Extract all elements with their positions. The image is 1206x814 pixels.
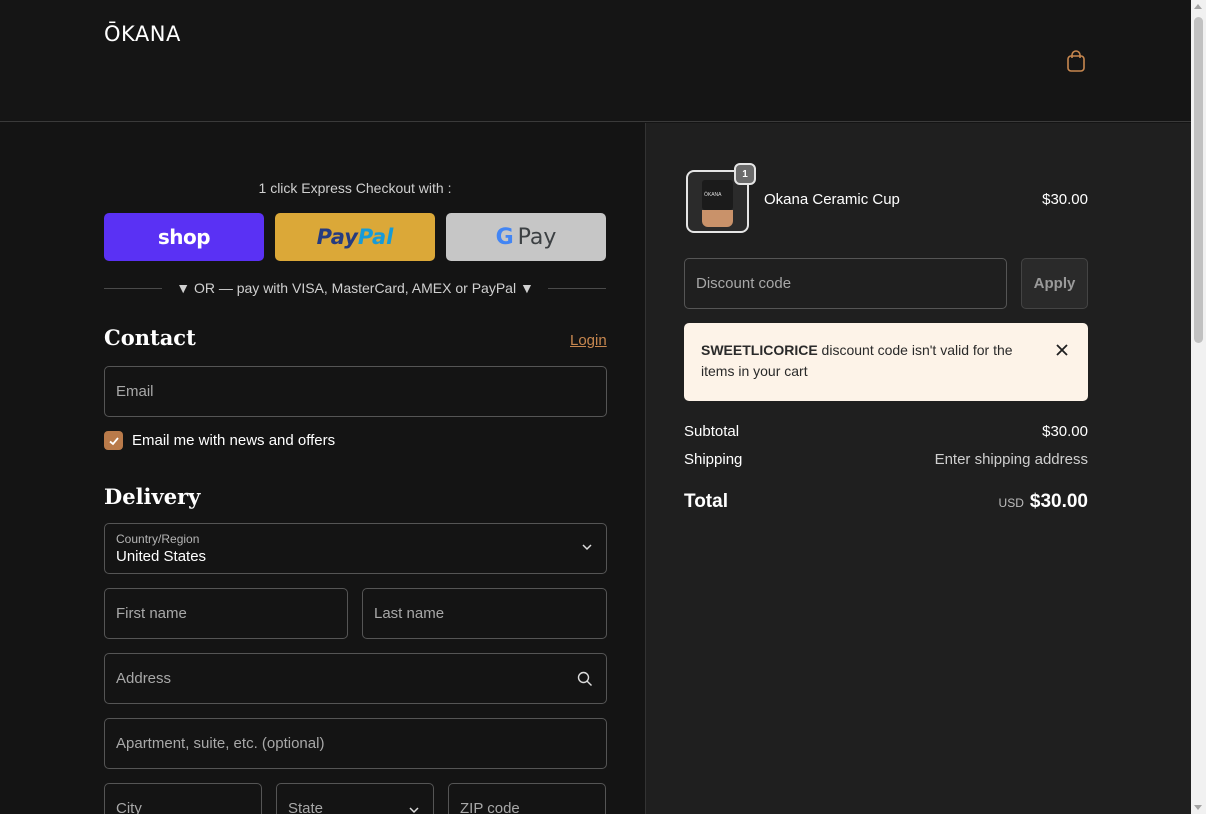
city-field[interactable] — [104, 783, 262, 814]
zip-field[interactable] — [448, 783, 606, 814]
shop-pay-logo: shop — [157, 225, 211, 249]
shipping-value: Enter shipping address — [934, 451, 1088, 468]
close-icon[interactable] — [1055, 343, 1069, 357]
cup-image-logo: ŌKANA — [704, 192, 722, 198]
shop-pay-button[interactable]: shop — [104, 213, 264, 261]
country-value: United States — [116, 548, 207, 565]
shipping-label: Shipping — [684, 451, 743, 468]
discount-input[interactable] — [685, 259, 1006, 308]
alert-message: SWEETLICORICE discount code isn't valid … — [701, 340, 1031, 382]
product-price: $30.00 — [1042, 191, 1088, 208]
site-header: ŌKANA — [0, 0, 1191, 122]
chevron-down-icon — [582, 544, 592, 551]
city-input[interactable] — [105, 784, 261, 814]
newsletter-option[interactable]: Email me with news and offers — [104, 431, 335, 450]
newsletter-checkbox[interactable] — [104, 431, 123, 450]
last-name-field[interactable] — [362, 588, 607, 639]
scroll-thumb[interactable] — [1194, 17, 1203, 343]
cup-image-base — [702, 210, 733, 227]
subtotal-value: $30.00 — [1042, 423, 1088, 440]
country-label: Country/Region — [116, 532, 200, 546]
discount-field[interactable] — [684, 258, 1007, 309]
checkout-form-panel: 1 click Express Checkout with : shop Pay… — [0, 123, 645, 814]
total-row: Total USD $30.00 — [684, 491, 1088, 513]
scroll-down-arrow[interactable] — [1194, 805, 1202, 810]
state-select[interactable]: State — [276, 783, 434, 814]
first-name-input[interactable] — [105, 589, 347, 638]
product-name: Okana Ceramic Cup — [764, 191, 900, 208]
scroll-up-arrow[interactable] — [1194, 4, 1202, 9]
checkmark-icon — [108, 436, 119, 445]
divider-line-right — [547, 287, 607, 289]
total-amount: USD $30.00 — [999, 491, 1088, 513]
shopping-bag-icon[interactable] — [1066, 50, 1086, 72]
apartment-field[interactable] — [104, 718, 607, 769]
zip-input[interactable] — [449, 784, 605, 814]
google-g-icon: G — [495, 224, 514, 250]
google-pay-label: Pay — [517, 224, 557, 250]
email-input[interactable] — [105, 367, 606, 416]
discount-code-name: SWEETLICORICE — [701, 342, 818, 358]
email-field[interactable] — [104, 366, 607, 417]
address-field[interactable] — [104, 653, 607, 704]
subtotal-label: Subtotal — [684, 423, 740, 440]
newsletter-label: Email me with news and offers — [132, 432, 336, 449]
total-label: Total — [684, 491, 728, 512]
express-checkout-label: 1 click Express Checkout with : — [258, 180, 452, 196]
contact-heading: Contact — [104, 325, 196, 350]
subtotal-row: Subtotal $30.00 — [684, 423, 1088, 440]
currency-code: USD — [998, 496, 1024, 510]
apartment-input[interactable] — [105, 719, 606, 768]
discount-error-alert: SWEETLICORICE discount code isn't valid … — [684, 323, 1088, 401]
total-value: $30.00 — [1029, 491, 1088, 512]
quantity-badge: 1 — [734, 163, 756, 185]
country-select[interactable]: Country/Region United States — [104, 523, 607, 574]
last-name-input[interactable] — [363, 589, 606, 638]
paypal-button[interactable]: Pay Pal — [275, 213, 435, 261]
apply-discount-button[interactable]: Apply — [1021, 258, 1088, 309]
shipping-row: Shipping Enter shipping address — [684, 451, 1088, 468]
order-summary-panel: ŌKANA 1 Okana Ceramic Cup $30.00 Apply S… — [645, 123, 1191, 814]
address-input[interactable] — [105, 654, 606, 703]
search-icon — [577, 671, 592, 686]
delivery-heading: Delivery — [104, 484, 201, 509]
or-divider-text: ▼ OR — pay with VISA, MasterCard, AMEX o… — [176, 280, 534, 296]
login-link[interactable]: Login — [570, 332, 607, 349]
or-divider: ▼ OR — pay with VISA, MasterCard, AMEX o… — [104, 278, 607, 298]
brand-logo[interactable]: ŌKANA — [104, 22, 181, 46]
paypal-logo-part2: Pal — [357, 225, 394, 249]
google-pay-button[interactable]: G Pay — [446, 213, 606, 261]
first-name-field[interactable] — [104, 588, 348, 639]
state-label: State — [288, 800, 324, 814]
page-scrollbar[interactable] — [1191, 0, 1206, 814]
paypal-logo-part1: Pay — [316, 225, 358, 249]
divider-line-left — [104, 287, 163, 289]
chevron-down-icon — [409, 807, 419, 814]
